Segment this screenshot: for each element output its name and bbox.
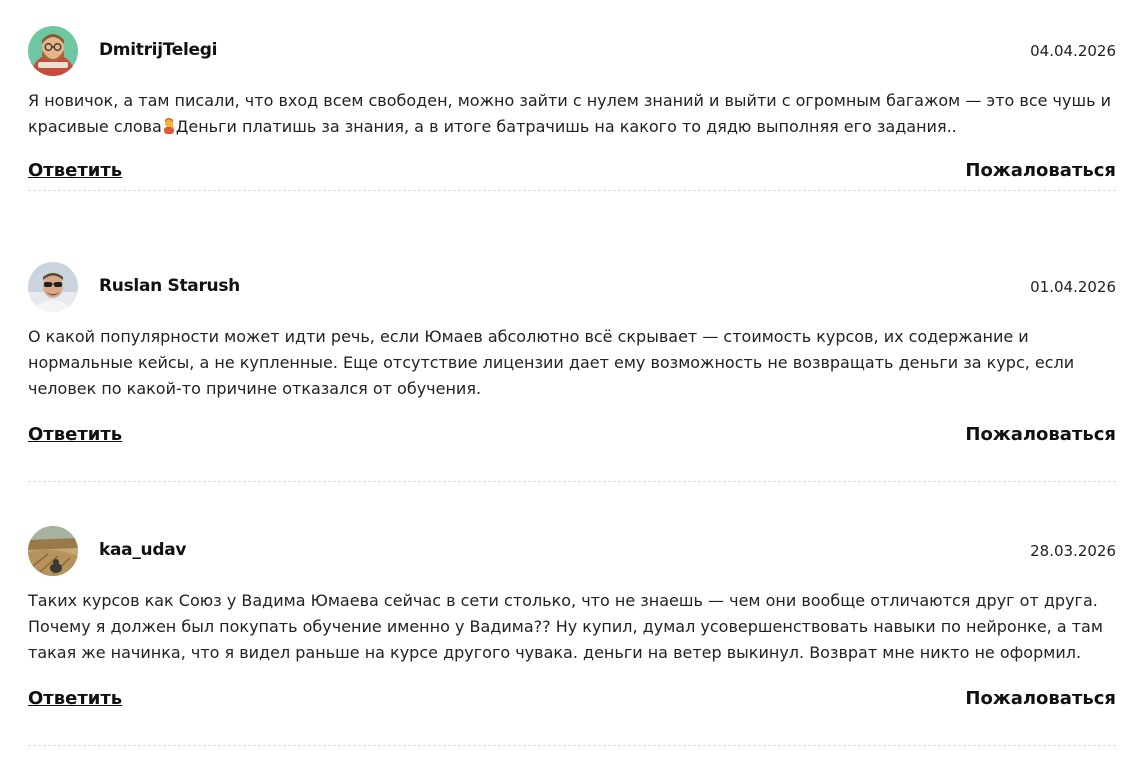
reply-link[interactable]: Ответить xyxy=(28,160,122,181)
comment-date: 01.04.2026 xyxy=(1030,278,1116,296)
comment-actions: Ответить Пожаловаться xyxy=(28,424,1116,454)
comment-header: Ruslan Starush 01.04.2026 xyxy=(28,262,1116,314)
report-link[interactable]: Пожаловаться xyxy=(965,424,1116,445)
comment-date: 04.04.2026 xyxy=(1030,42,1116,60)
avatar xyxy=(28,262,78,312)
comment-text-part: Деньги платишь за знания, а в итоге батр… xyxy=(175,117,957,136)
comment-item: kaa_udav 28.03.2026 Таких курсов как Сою… xyxy=(28,482,1116,746)
comment-text: О какой популярности может идти речь, ес… xyxy=(28,327,1075,398)
avatar-cartoon-man-icon xyxy=(28,26,78,76)
comment-text: Я новичок, а там писали, что вход всем с… xyxy=(28,88,1116,140)
comment-actions: Ответить Пожаловаться xyxy=(28,688,1116,718)
avatar-photo-man-icon xyxy=(28,262,78,312)
reply-link[interactable]: Ответить xyxy=(28,424,122,445)
avatar xyxy=(28,526,78,576)
person-facepalming-icon xyxy=(162,116,176,134)
report-link[interactable]: Пожаловаться xyxy=(965,160,1116,181)
comment-text: Таких курсов как Союз у Вадима Юмаева се… xyxy=(28,591,1103,662)
comment-item: Ruslan Starush 01.04.2026 О какой популя… xyxy=(28,217,1116,482)
comment-author: Ruslan Starush xyxy=(99,276,240,296)
comment-item: DmitrijTelegi 04.04.2026 Я новичок, а та… xyxy=(28,0,1116,191)
comment-author: DmitrijTelegi xyxy=(99,40,218,60)
comment-header: DmitrijTelegi 04.04.2026 xyxy=(28,26,1116,78)
avatar-photo-field-icon xyxy=(28,526,78,576)
report-link[interactable]: Пожаловаться xyxy=(965,688,1116,709)
comment-actions: Ответить Пожаловаться xyxy=(28,160,1116,190)
comment-author: kaa_udav xyxy=(99,540,187,560)
avatar xyxy=(28,26,78,76)
comment-header: kaa_udav 28.03.2026 xyxy=(28,526,1116,578)
reply-link[interactable]: Ответить xyxy=(28,688,122,709)
comment-date: 28.03.2026 xyxy=(1030,542,1116,560)
comments-list: DmitrijTelegi 04.04.2026 Я новичок, а та… xyxy=(28,0,1116,746)
